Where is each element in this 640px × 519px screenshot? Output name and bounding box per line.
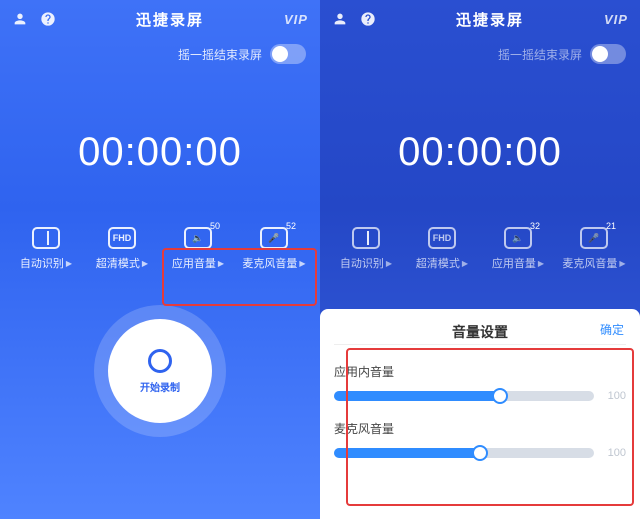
options-row: 自动识别▶ FHD 超清模式▶ 🔈 50 应用音量▶ 🎤 52 麦克风音量▶ <box>0 227 320 271</box>
shake-toggle[interactable] <box>270 44 306 64</box>
slider-mic-volume: 麦克风音量 100 <box>334 420 626 459</box>
record-button[interactable]: 开始录制 <box>108 319 212 423</box>
shake-row: 摇一摇结束录屏 <box>0 38 320 70</box>
screen-right: 迅捷录屏 VIP 摇一摇结束录屏 00:00:00 自动识别▶ FHD 超清模式… <box>320 0 640 519</box>
fhd-icon: FHD <box>108 227 136 249</box>
volume-icon: 🔈 <box>184 227 212 249</box>
app-volume-slider[interactable] <box>334 391 594 401</box>
mic-volume-slider[interactable] <box>334 448 594 458</box>
header: 迅捷录屏 VIP <box>320 0 640 38</box>
orientation-icon <box>352 227 380 249</box>
shake-label: 摇一摇结束录屏 <box>178 46 262 63</box>
vip-badge[interactable]: VIP <box>604 12 628 27</box>
mic-icon: 🎤 <box>260 227 288 249</box>
user-icon[interactable] <box>332 11 348 27</box>
option-mic-volume[interactable]: 🎤 21 麦克风音量▶ <box>556 227 632 271</box>
vip-badge[interactable]: VIP <box>284 12 308 27</box>
mic-icon: 🎤 <box>580 227 608 249</box>
record-icon <box>148 349 172 373</box>
option-app-volume[interactable]: 🔈 50 应用音量▶ <box>160 227 236 271</box>
shake-label: 摇一摇结束录屏 <box>498 46 582 63</box>
slider-label: 麦克风音量 <box>334 420 626 437</box>
app-volume-badge: 32 <box>530 221 540 231</box>
header: 迅捷录屏 VIP <box>0 0 320 38</box>
fhd-icon: FHD <box>428 227 456 249</box>
slider-max: 100 <box>602 447 626 459</box>
slider-label: 应用内音量 <box>334 363 626 380</box>
option-orientation[interactable]: 自动识别▶ <box>8 227 84 271</box>
volume-sheet: 音量设置 确定 应用内音量 100 麦克风音量 100 <box>320 309 640 519</box>
sheet-title: 音量设置 <box>452 322 508 342</box>
mic-volume-badge: 21 <box>606 221 616 231</box>
slider-app-volume: 应用内音量 100 <box>334 363 626 402</box>
record-label: 开始录制 <box>140 379 180 394</box>
user-icon[interactable] <box>12 11 28 27</box>
option-app-volume[interactable]: 🔈 32 应用音量▶ <box>480 227 556 271</box>
mic-volume-badge: 52 <box>286 221 296 231</box>
timer: 00:00:00 <box>398 130 562 175</box>
app-volume-badge: 50 <box>210 221 220 231</box>
option-quality[interactable]: FHD 超清模式▶ <box>404 227 480 271</box>
option-quality[interactable]: FHD 超清模式▶ <box>84 227 160 271</box>
shake-row: 摇一摇结束录屏 <box>320 38 640 70</box>
app-title: 迅捷录屏 <box>456 9 524 30</box>
option-mic-volume[interactable]: 🎤 52 麦克风音量▶ <box>236 227 312 271</box>
help-icon[interactable] <box>360 11 376 27</box>
screen-left: 迅捷录屏 VIP 摇一摇结束录屏 00:00:00 自动识别▶ FHD 超清模式… <box>0 0 320 519</box>
timer: 00:00:00 <box>78 130 242 175</box>
sheet-confirm-button[interactable]: 确定 <box>600 321 624 338</box>
help-icon[interactable] <box>40 11 56 27</box>
options-row: 自动识别▶ FHD 超清模式▶ 🔈 32 应用音量▶ 🎤 21 麦克风音量▶ <box>320 227 640 271</box>
volume-icon: 🔈 <box>504 227 532 249</box>
slider-max: 100 <box>602 390 626 402</box>
app-title: 迅捷录屏 <box>136 9 204 30</box>
shake-toggle[interactable] <box>590 44 626 64</box>
orientation-icon <box>32 227 60 249</box>
option-orientation[interactable]: 自动识别▶ <box>328 227 404 271</box>
